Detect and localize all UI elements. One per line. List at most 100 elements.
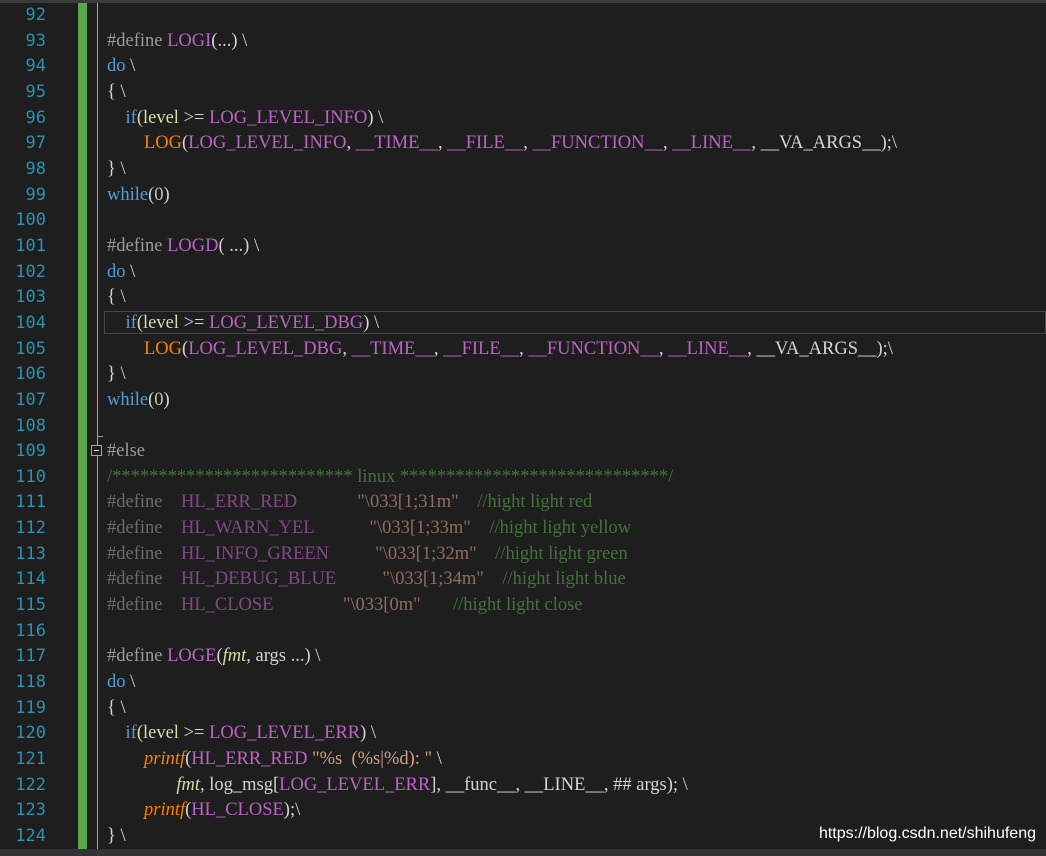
line-number: 99 <box>25 184 46 205</box>
code-token: , <box>658 338 669 359</box>
code-line[interactable]: #define HL_DEBUG_BLUE "\033[1;34m" //hig… <box>107 567 1037 593</box>
code-line[interactable]: while(0) <box>107 183 1037 209</box>
code-token: "\033[1;34m" <box>382 569 503 590</box>
code-token: \ <box>125 261 136 282</box>
code-line[interactable]: #else <box>107 439 1037 465</box>
code-token: __FILE__ <box>447 133 524 154</box>
line-number: 94 <box>25 56 46 77</box>
code-token: ) <box>163 389 170 410</box>
code-token: "\033[1;31m" <box>357 492 478 513</box>
code-line[interactable] <box>107 414 1037 440</box>
code-token: __FILE__ <box>443 338 520 359</box>
code-token: } \ <box>107 364 126 385</box>
code-token: #define <box>107 235 168 256</box>
line-number: 106 <box>15 364 46 385</box>
code-token: );\ <box>876 338 893 359</box>
code-line[interactable]: if(level >= LOG_LEVEL_DBG) \ <box>107 311 1037 337</box>
code-token: /************************** linux ******… <box>107 466 674 487</box>
outline-scope-line <box>97 3 98 849</box>
code-token: HL_INFO_GREEN <box>180 543 376 564</box>
code-token: #define <box>107 543 181 564</box>
line-number: 112 <box>15 518 46 539</box>
code-token: , <box>437 133 448 154</box>
code-token: //hight light green <box>495 543 628 564</box>
code-token: #define <box>107 646 168 667</box>
code-line[interactable]: { \ <box>107 696 1037 722</box>
code-line[interactable]: printf(HL_ERR_RED "%s (%s|%d): " \ <box>107 747 1037 773</box>
code-line[interactable]: LOG(LOG_LEVEL_DBG, __TIME__, __FILE__, _… <box>107 337 1037 363</box>
code-token: } \ <box>107 158 126 179</box>
code-token: do <box>107 672 126 693</box>
code-token: #define <box>107 518 181 539</box>
code-token: ) \ <box>363 312 380 333</box>
code-line[interactable]: while(0) <box>107 388 1037 414</box>
code-token: LOG_LEVEL_ERR <box>209 723 361 744</box>
change-tracking-bar <box>78 3 87 849</box>
code-token: , <box>342 338 352 359</box>
code-token: HL_DEBUG_BLUE <box>180 569 383 590</box>
code-token: "%s (%s|%d): " <box>312 749 433 770</box>
line-number: 120 <box>15 723 46 744</box>
code-line[interactable]: printf(HL_CLOSE);\ <box>107 798 1037 824</box>
code-token: fmt <box>176 774 201 795</box>
line-number: 113 <box>15 543 46 564</box>
code-line[interactable]: /************************** linux ******… <box>107 465 1037 491</box>
code-token: LOG_LEVEL_INFO <box>209 107 368 128</box>
code-line[interactable]: #define HL_ERR_RED "\033[1;31m" //hight … <box>107 490 1037 516</box>
line-number: 97 <box>25 133 46 154</box>
code-line[interactable]: #define LOGE(fmt, args ...) \ <box>107 644 1037 670</box>
code-line[interactable]: { \ <box>107 285 1037 311</box>
line-number: 105 <box>15 338 46 359</box>
code-line[interactable] <box>107 619 1037 645</box>
code-line[interactable]: #define LOGI(...) \ <box>107 29 1037 55</box>
line-numbers: 92 93 94 95 96 97 98 99 100 101 102 103 104 105 106 107… <box>0 3 46 850</box>
code-token: , args ...) \ <box>246 646 321 667</box>
code-token: >= <box>183 107 210 128</box>
code-line[interactable]: do \ <box>107 260 1037 286</box>
code-line[interactable]: } \ <box>107 157 1037 183</box>
code-token: ], __func__, __LINE__, ## args); \ <box>430 774 688 795</box>
code-line[interactable]: LOG(LOG_LEVEL_INFO, __TIME__, __FILE__, … <box>107 131 1037 157</box>
code-token: printf <box>144 749 186 770</box>
code-line[interactable] <box>107 3 1037 29</box>
code-token: //hight light yellow <box>489 518 632 539</box>
code-token: ) <box>163 184 170 205</box>
code-token: #define <box>107 569 181 590</box>
code-line[interactable]: #define HL_WARN_YEL "\033[1;33m" //hight… <box>107 516 1037 542</box>
code-token: //hight light blue <box>502 569 626 590</box>
code-token: if <box>125 312 137 333</box>
code-line[interactable]: #define HL_CLOSE "\033[0m" //hight light… <box>107 593 1037 619</box>
code-token: #else <box>107 441 146 462</box>
line-number: 96 <box>25 107 46 128</box>
code-line[interactable]: do \ <box>107 54 1037 80</box>
line-number: 102 <box>15 261 46 282</box>
code-token: \ <box>125 56 136 77</box>
code-line[interactable] <box>107 208 1037 234</box>
code-editor[interactable]: #define LOGI(...) \ do \{ \ if(level >= L… <box>107 3 1037 850</box>
line-number: 98 <box>25 158 46 179</box>
code-line[interactable]: #define HL_INFO_GREEN "\033[1;32m" //hig… <box>107 542 1037 568</box>
line-number: 117 <box>15 646 46 667</box>
code-token: LOG_LEVEL_INFO <box>188 133 347 154</box>
code-token: LOG_LEVEL_DBG <box>188 338 343 359</box>
code-line[interactable]: if(level >= LOG_LEVEL_ERR) \ <box>107 721 1037 747</box>
horizontal-scrollbar[interactable] <box>0 849 1046 856</box>
code-line[interactable]: do \ <box>107 670 1037 696</box>
line-number: 100 <box>15 210 46 231</box>
code-token: { \ <box>107 81 126 102</box>
code-token: fmt <box>222 646 247 667</box>
code-token: __FUNCTION__ <box>528 338 659 359</box>
code-line[interactable]: { \ <box>107 80 1037 106</box>
code-token: LOGD <box>167 235 219 256</box>
collapse-region-icon[interactable] <box>91 445 102 456</box>
code-line[interactable]: if(level >= LOG_LEVEL_INFO) \ <box>107 106 1037 132</box>
code-line[interactable]: } \ <box>107 362 1037 388</box>
code-token: , <box>747 338 757 359</box>
code-token: if <box>125 107 137 128</box>
code-line[interactable]: #define LOGD( ...) \ <box>107 234 1037 260</box>
code-token: __VA_ARGS__ <box>760 133 881 154</box>
code-line[interactable]: fmt, log_msg[LOG_LEVEL_ERR], __func__, _… <box>107 773 1037 799</box>
code-token: , <box>519 338 529 359</box>
code-token: if <box>125 723 137 744</box>
